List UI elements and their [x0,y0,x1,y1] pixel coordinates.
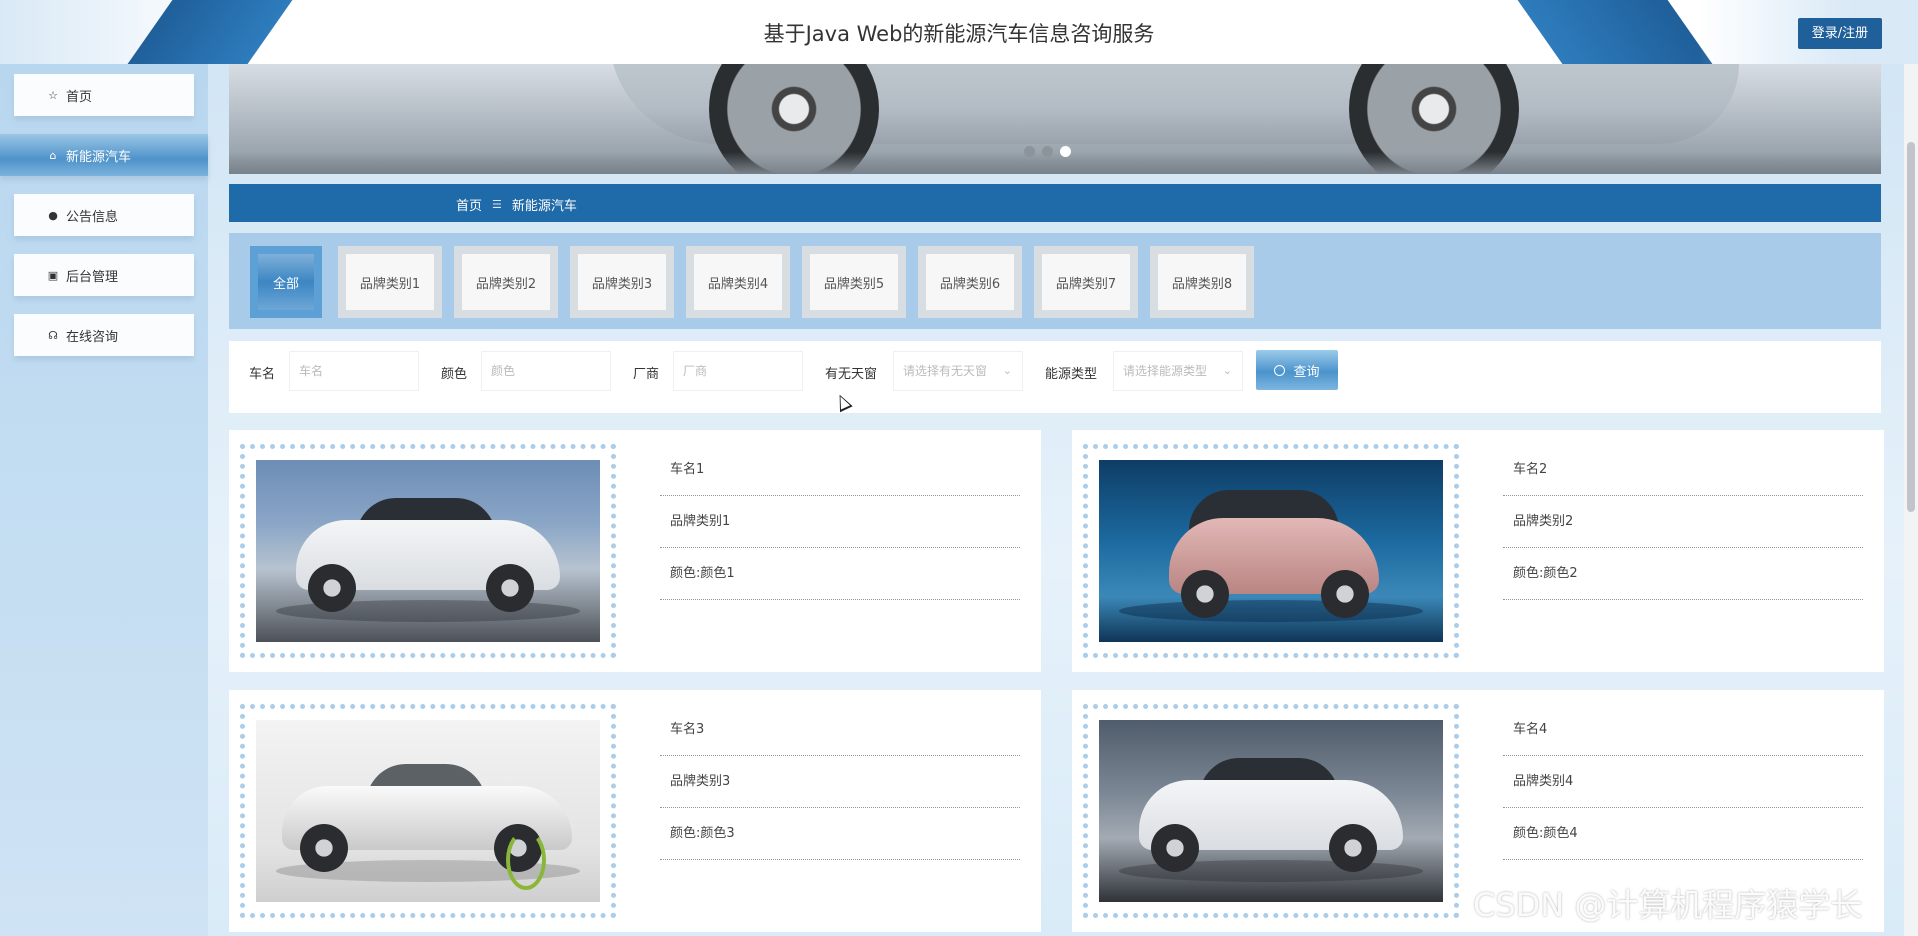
carousel-dot-2[interactable] [1042,146,1053,157]
car-info: 车名2 品牌类别2 颜色:颜色2 [1503,444,1863,600]
car-image-floor [1119,600,1423,622]
carousel-dot-1[interactable] [1024,146,1035,157]
watermark: CSDN @计算机程序猿学长 [1473,886,1863,924]
car-color: 颜色:颜色3 [660,808,1020,860]
name-input[interactable]: 车名 [289,351,419,391]
category-tab-brand-7[interactable]: 品牌类别7 [1042,254,1130,310]
color-label: 颜色 [441,367,468,382]
breadcrumb-current: 新能源汽车 [511,199,577,214]
car-card[interactable]: 车名2 品牌类别2 颜色:颜色2 [1072,430,1884,672]
search-button[interactable]: 查询 [1256,350,1338,390]
sidebar-item-home[interactable]: ☆ 首页 [14,74,194,116]
maker-input[interactable]: 厂商 [673,351,803,391]
sidebar-item-new-energy-cars[interactable]: ⌂ 新能源汽车 [0,134,208,176]
sidebar-item-label: 在线咨询 [66,329,119,345]
sidebar-item-announcements[interactable]: ● 公告信息 [14,194,194,236]
car-image-wheel [1321,570,1369,618]
sidebar-item-label: 后台管理 [66,269,119,285]
name-label: 车名 [249,367,276,382]
breadcrumb: 首页 ☰ 新能源汽车 [456,195,577,214]
car-image-frame [1083,444,1459,658]
search-button-label: 查询 [1293,364,1320,380]
car-image[interactable] [1099,720,1443,902]
category-tab-all[interactable]: 全部 [258,254,314,310]
car-image-wheel [1181,570,1229,618]
breadcrumb-home-link[interactable]: 首页 [456,195,482,214]
car-color: 颜色:颜色4 [1503,808,1863,860]
star-icon: ☆ [48,88,58,102]
sunroof-select-placeholder: 请选择有无天窗 [903,364,988,378]
car-image-frame [240,444,616,658]
car-name: 车名1 [660,444,1020,496]
car-image-frame [1083,704,1459,918]
charging-cable-icon [506,830,546,890]
category-tab-brand-8[interactable]: 品牌类别8 [1158,254,1246,310]
top-header: 基于Java Web的新能源汽车信息咨询服务 登录/注册 [0,0,1918,64]
car-image-frame [240,704,616,918]
breadcrumb-separator-icon: ☰ [492,198,502,211]
sunroof-label: 有无天窗 [825,367,878,382]
car-info: 车名1 品牌类别1 颜色:颜色1 [660,444,1020,600]
car-brand: 品牌类别4 [1503,756,1863,808]
breadcrumb-bar: 首页 ☰ 新能源汽车 [229,184,1881,222]
car-image[interactable] [256,720,600,902]
search-icon [1274,364,1286,376]
category-tab-brand-6[interactable]: 品牌类别6 [926,254,1014,310]
chevron-down-icon: ⌄ [1002,364,1012,377]
category-tab-brand-3[interactable]: 品牌类别3 [578,254,666,310]
briefcase-icon: ▣ [47,268,59,282]
maker-label: 厂商 [633,367,660,382]
sidebar-item-online-consult[interactable]: ☊ 在线咨询 [14,314,194,356]
login-register-button[interactable]: 登录/注册 [1798,18,1882,49]
color-input[interactable]: 颜色 [481,351,611,391]
car-card[interactable]: 车名1 品牌类别1 颜色:颜色1 [229,430,1041,672]
energy-label: 能源类型 [1045,367,1098,382]
car-name: 车名3 [660,704,1020,756]
car-name: 车名2 [1503,444,1863,496]
car-brand: 品牌类别3 [660,756,1020,808]
sidebar-item-label: 首页 [66,89,93,105]
car-image-wheel [1329,824,1377,872]
category-tab-brand-5[interactable]: 品牌类别5 [810,254,898,310]
car-image-wheel [1151,824,1199,872]
sidebar-item-label: 公告信息 [66,209,119,225]
car-image-wheel [308,564,356,612]
category-tab-brand-1[interactable]: 品牌类别1 [346,254,434,310]
car-info: 车名4 品牌类别4 颜色:颜色4 [1503,704,1863,860]
category-filter-bar: 全部 品牌类别1 品牌类别2 品牌类别3 品牌类别4 品牌类别5 品牌类别6 品… [229,233,1881,329]
sidebar-item-label: 新能源汽车 [66,149,132,165]
car-image[interactable] [256,460,600,642]
search-form: 车名 车名 颜色 颜色 厂商 厂商 有无天窗 请选择有无天窗 ⌄ 能源类型 请选… [229,341,1881,413]
category-tab-brand-2[interactable]: 品牌类别2 [462,254,550,310]
car-color: 颜色:颜色2 [1503,548,1863,600]
car-image-wheel [486,564,534,612]
carousel-dot-3[interactable] [1060,146,1071,157]
sidebar: ☆ 首页 ⌂ 新能源汽车 ● 公告信息 ▣ 后台管理 ☊ 在线咨询 [0,64,208,936]
car-color: 颜色:颜色1 [660,548,1020,600]
sidebar-item-admin[interactable]: ▣ 后台管理 [14,254,194,296]
headset-icon: ☊ [48,328,58,342]
car-image[interactable] [1099,460,1443,642]
car-info: 车名3 品牌类别3 颜色:颜色3 [660,704,1020,860]
car-card[interactable]: 车名3 品牌类别3 颜色:颜色3 [229,690,1041,932]
carousel-indicators [1024,146,1071,157]
page-scrollbar[interactable] [1904,64,1918,936]
category-tab-brand-4[interactable]: 品牌类别4 [694,254,782,310]
scrollbar-thumb[interactable] [1907,142,1915,512]
sunroof-select[interactable]: 请选择有无天窗 ⌄ [893,351,1023,391]
bag-icon: ⌂ [49,148,57,162]
site-title: 基于Java Web的新能源汽车信息咨询服务 [763,22,1155,46]
info-icon: ● [48,208,58,222]
car-brand: 品牌类别1 [660,496,1020,548]
car-image-wheel [300,824,348,872]
car-name: 车名4 [1503,704,1863,756]
car-brand: 品牌类别2 [1503,496,1863,548]
energy-select[interactable]: 请选择能源类型 ⌄ [1113,351,1243,391]
banner-carousel[interactable] [229,64,1881,174]
energy-select-placeholder: 请选择能源类型 [1123,364,1208,378]
chevron-down-icon: ⌄ [1222,364,1232,377]
